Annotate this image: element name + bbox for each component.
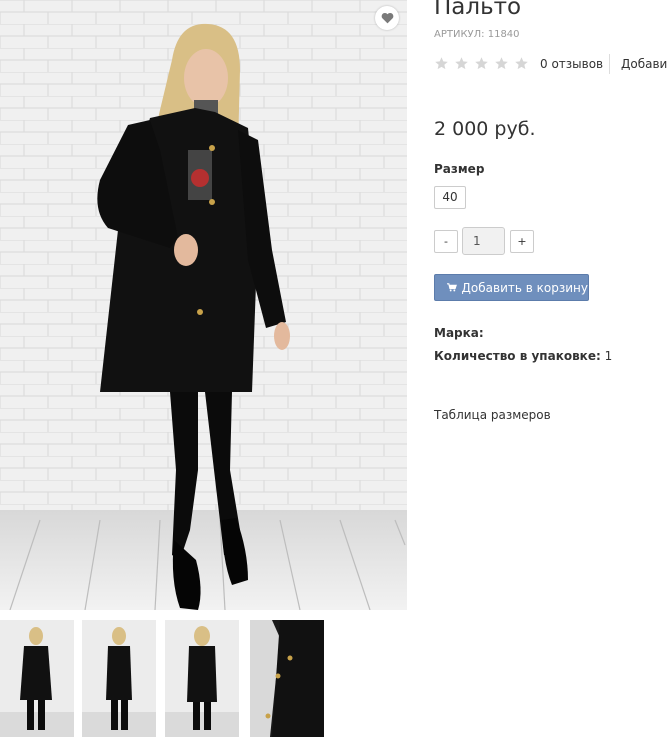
reviews-count-link[interactable]: 0 отзывов	[540, 57, 603, 71]
thumbnail-1[interactable]	[0, 620, 74, 737]
star-icon	[475, 57, 488, 70]
main-photo-image	[0, 0, 407, 610]
add-to-wishlist-button[interactable]	[375, 6, 399, 30]
spec-brand: Марка:	[434, 326, 484, 340]
size-option-40[interactable]: 40	[434, 186, 466, 209]
star-icon	[455, 57, 468, 70]
thumbnail-4[interactable]	[250, 620, 324, 737]
quantity-input[interactable]	[462, 227, 505, 255]
thumbnail-3[interactable]	[165, 620, 239, 737]
product-price: 2 000 руб.	[434, 118, 536, 140]
add-review-link[interactable]: Добавить	[621, 57, 667, 71]
spec-brand-label: Марка:	[434, 326, 484, 340]
quantity-increase-button[interactable]: +	[510, 230, 534, 253]
star-icon	[515, 57, 528, 70]
add-to-cart-label: Добавить в корзину	[461, 280, 588, 295]
divider	[609, 54, 610, 74]
thumbnail-3-image	[165, 620, 239, 737]
rating-stars[interactable]	[434, 56, 529, 71]
star-icon	[495, 57, 508, 70]
product-title: Пальто	[434, 0, 522, 20]
quantity-decrease-button[interactable]: -	[434, 230, 458, 253]
product-sku: АРТИКУЛ: 11840	[434, 29, 520, 40]
thumbnail-2-image	[82, 620, 156, 737]
add-to-cart-button[interactable]: Добавить в корзину	[434, 274, 589, 301]
thumbnail-4-image	[250, 620, 324, 737]
spec-pack-quantity: Количество в упаковке: 1	[434, 349, 612, 363]
cart-icon	[447, 283, 457, 292]
spec-pack-value: 1	[604, 349, 613, 363]
star-icon	[435, 57, 448, 70]
spec-pack-label: Количество в упаковке:	[434, 349, 601, 363]
thumbnail-2[interactable]	[82, 620, 156, 737]
main-product-photo[interactable]	[0, 0, 407, 610]
size-label: Размер	[434, 162, 485, 176]
thumbnail-1-image	[0, 620, 74, 737]
size-table-link[interactable]: Таблица размеров	[434, 408, 551, 422]
heart-icon	[381, 12, 393, 24]
